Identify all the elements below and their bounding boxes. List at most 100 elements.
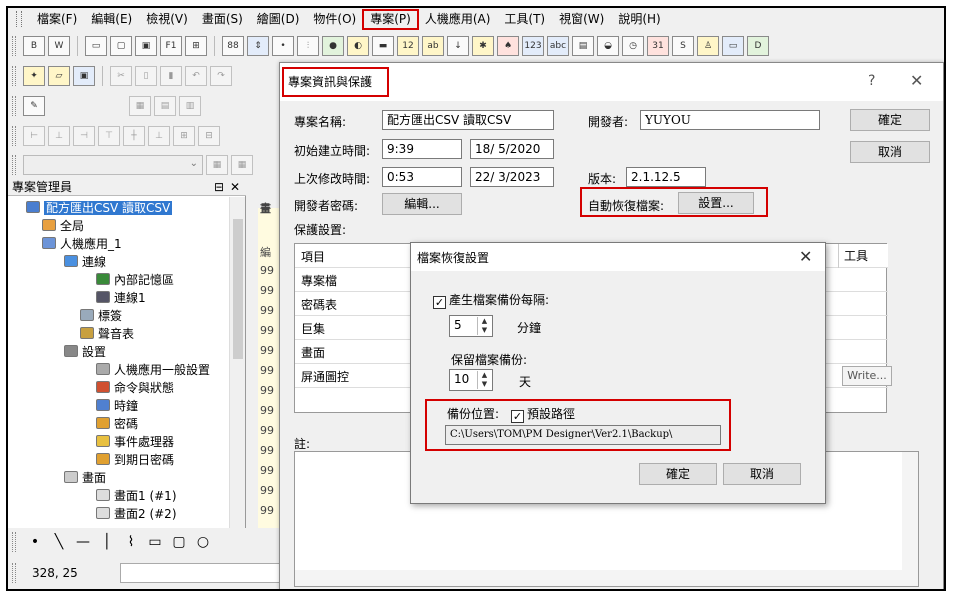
format-icon[interactable]: ▦ <box>231 155 253 175</box>
numeric-input-icon[interactable]: 12 <box>397 36 419 56</box>
page-button-icon[interactable]: ▭ <box>85 36 107 56</box>
toolbar-grip[interactable] <box>12 532 16 552</box>
layer-front-icon[interactable]: ▤ <box>154 96 176 116</box>
align-center-icon[interactable]: ⊥ <box>48 126 70 146</box>
toolbar-grip[interactable] <box>12 155 16 175</box>
tree-item-password[interactable]: 密碼 <box>96 415 138 433</box>
menu-hmi[interactable]: 人機應用(A) <box>418 10 498 29</box>
interval-spinner[interactable]: 5 ▲ ▼ <box>449 315 493 337</box>
align-right-icon[interactable]: ⊣ <box>73 126 95 146</box>
tree-item-tags[interactable]: 標簽 <box>80 307 122 325</box>
dot-tool-icon[interactable]: • <box>26 534 44 550</box>
message-icon[interactable]: ▤ <box>572 36 594 56</box>
lamp-icon[interactable]: ● <box>322 36 344 56</box>
horizontal-line-icon[interactable]: — <box>74 534 92 550</box>
clock-icon[interactable]: ◷ <box>622 36 644 56</box>
backup-interval-option[interactable]: ✓ 產生檔案備份每隔: <box>433 291 549 309</box>
tree-item-general-settings[interactable]: 人機應用一般設置 <box>96 361 210 379</box>
tree-item-sound[interactable]: 聲音表 <box>80 325 134 343</box>
backup-path-field[interactable]: C:\Users\TOM\PM Designer\Ver2.1\Backup\ <box>445 425 721 445</box>
grid-icon[interactable]: ⊞ <box>185 36 207 56</box>
tree-item-command[interactable]: 命令與狀態 <box>96 379 174 397</box>
default-path-option[interactable]: ✓ 預設路徑 <box>511 405 575 423</box>
tree-item-screen-1[interactable]: 畫面1 (#1) <box>96 487 177 505</box>
calendar-icon[interactable]: 31 <box>647 36 669 56</box>
text-table-icon[interactable]: abc <box>547 36 569 56</box>
save-icon[interactable]: ▣ <box>73 66 95 86</box>
tree-item-project[interactable]: 配方匯出CSV 讀取CSV <box>26 199 173 217</box>
spinner-arrows-icon[interactable]: ▲ ▼ <box>477 317 491 335</box>
bar-icon[interactable]: ▬ <box>372 36 394 56</box>
close-icon[interactable]: ✕ <box>799 247 812 266</box>
io-icon[interactable]: ⫶ <box>297 36 319 56</box>
slider-icon[interactable]: ⇕ <box>247 36 269 56</box>
keep-days-spinner[interactable]: 10 ▲ ▼ <box>449 369 493 391</box>
toolbar-grip[interactable] <box>12 66 16 86</box>
same-size-icon[interactable]: ⊞ <box>173 126 195 146</box>
word-button-icon[interactable]: W <box>48 36 70 56</box>
rounded-rect-icon[interactable]: ▢ <box>170 534 188 550</box>
pencil-icon[interactable]: ✎ <box>23 96 45 116</box>
format-icon[interactable]: ▦ <box>206 155 228 175</box>
tree-item-clock[interactable]: 時鐘 <box>96 397 138 415</box>
numeric-display-icon[interactable]: 88 <box>222 36 244 56</box>
function-key-icon[interactable]: F1 <box>160 36 182 56</box>
menu-tools[interactable]: 工具(T) <box>497 10 552 29</box>
style-dropdown[interactable]: ⌄ <box>23 155 203 175</box>
menu-view[interactable]: 檢視(V) <box>139 10 195 29</box>
menu-draw[interactable]: 繪圖(D) <box>250 10 307 29</box>
layer-icon[interactable]: ▦ <box>129 96 151 116</box>
project-name-field[interactable]: 配方匯出CSV 讀取CSV <box>382 110 554 130</box>
copy-icon[interactable]: ▯ <box>135 66 157 86</box>
autorecover-setup-button[interactable]: 設置... <box>678 192 754 214</box>
alarm-icon[interactable]: ♠ <box>497 36 519 56</box>
cut-icon[interactable]: ✂ <box>110 66 132 86</box>
developer-field[interactable]: YUYOU <box>640 110 820 130</box>
pin-icon[interactable]: ⊟ <box>214 178 224 196</box>
new-icon[interactable]: ✦ <box>23 66 45 86</box>
paste-icon[interactable]: ▮ <box>160 66 182 86</box>
download-icon[interactable]: ↓ <box>447 36 469 56</box>
gauge-icon[interactable]: ◒ <box>597 36 619 56</box>
indicator-icon[interactable]: • <box>272 36 294 56</box>
edit-password-button[interactable]: 編輯... <box>382 193 462 215</box>
menu-help[interactable]: 說明(H) <box>611 10 667 29</box>
toolbar-grip[interactable] <box>12 96 16 116</box>
menu-window[interactable]: 視窗(W) <box>552 10 611 29</box>
menu-edit[interactable]: 編輯(E) <box>84 10 139 29</box>
backup-interval-checkbox[interactable]: ✓ <box>433 296 446 309</box>
tree-item-connection[interactable]: 連線1 <box>96 289 146 307</box>
default-path-checkbox[interactable]: ✓ <box>511 410 524 423</box>
screen-button-icon[interactable]: ▢ <box>110 36 132 56</box>
distribute-icon[interactable]: ⊟ <box>198 126 220 146</box>
tree-item-screen-2[interactable]: 畫面2 (#2) <box>96 505 177 523</box>
text-input-icon[interactable]: ab <box>422 36 444 56</box>
ok-button[interactable]: 確定 <box>639 463 717 485</box>
ok-button[interactable]: 確定 <box>850 109 930 131</box>
align-middle-icon[interactable]: ┼ <box>123 126 145 146</box>
menu-screen[interactable]: 畫面(S) <box>195 10 250 29</box>
align-bottom-icon[interactable]: ⊥ <box>148 126 170 146</box>
write-button[interactable]: Write... <box>842 366 892 386</box>
polyline-icon[interactable]: ⌇ <box>122 534 140 550</box>
layer-back-icon[interactable]: ▥ <box>179 96 201 116</box>
user-icon[interactable]: ♙ <box>697 36 719 56</box>
spinner-arrows-icon[interactable]: ▲ ▼ <box>477 371 491 389</box>
keypad-icon[interactable]: ◐ <box>347 36 369 56</box>
notes-vertical-scrollbar[interactable] <box>902 452 918 586</box>
cancel-button[interactable]: 取消 <box>850 141 930 163</box>
tree-item-expiry[interactable]: 到期日密碼 <box>96 451 174 469</box>
help-icon[interactable]: ? <box>868 73 875 89</box>
monitor-icon[interactable]: ▭ <box>722 36 744 56</box>
diagonal-line-icon[interactable]: ╲ <box>50 534 68 550</box>
scrollbar-thumb[interactable] <box>233 219 243 359</box>
tree-item-settings[interactable]: 設置 <box>64 343 106 361</box>
bulb-icon[interactable]: ✱ <box>472 36 494 56</box>
cancel-button[interactable]: 取消 <box>723 463 801 485</box>
tree-item-screens[interactable]: 畫面 <box>64 469 106 487</box>
tree-item-event[interactable]: 事件處理器 <box>96 433 174 451</box>
notes-horizontal-scrollbar[interactable] <box>295 570 902 586</box>
tree-item-global[interactable]: 全局 <box>42 217 84 235</box>
tree-item-hmi[interactable]: 人機應用_1 <box>42 235 122 253</box>
rectangle-icon[interactable]: ▭ <box>146 534 164 550</box>
